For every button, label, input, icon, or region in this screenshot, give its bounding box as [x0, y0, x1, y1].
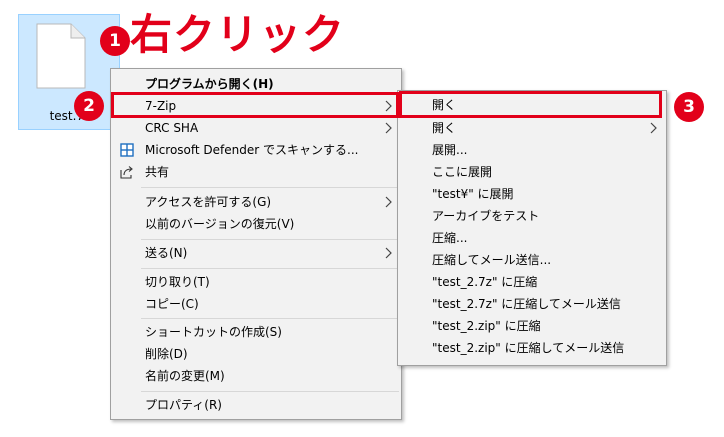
step-1-badge: 1 [100, 26, 130, 56]
chevron-right-icon [385, 122, 392, 134]
menu-item-label: 共有 [145, 165, 170, 179]
submenu-item-compress-7z[interactable]: "test_2.7z" に圧縮 [398, 271, 666, 293]
menu-item-delete[interactable]: 削除(D) [111, 343, 401, 365]
menu-item-label: ショートカットの作成(S) [145, 325, 282, 339]
menu-item-label: CRC SHA [145, 121, 199, 135]
menu-item-give-access[interactable]: アクセスを許可する(G) [111, 191, 401, 213]
menu-item-label: 圧縮... [432, 231, 468, 245]
menu-item-copy[interactable]: コピー(C) [111, 293, 401, 315]
submenu-item-test-archive[interactable]: アーカイブをテスト [398, 205, 666, 227]
menu-item-label: 開く [432, 121, 457, 135]
menu-separator [141, 318, 399, 319]
menu-item-label: 名前の変更(M) [145, 369, 225, 383]
menu-item-label: コピー(C) [145, 297, 199, 311]
menu-item-crc-sha[interactable]: CRC SHA [111, 117, 401, 139]
submenu-item-extract-to-folder[interactable]: "test¥" に展開 [398, 183, 666, 205]
menu-item-label: プロパティ(R) [145, 398, 222, 412]
highlight-7zip [111, 92, 399, 118]
defender-shield-icon [120, 143, 134, 157]
menu-item-label: "test¥" に展開 [432, 187, 514, 201]
context-menu: プログラムから開く(H) 7-Zip CRC SHA Microsoft Def… [110, 68, 402, 420]
menu-separator [141, 239, 399, 240]
submenu-item-compress-7z-email[interactable]: "test_2.7z" に圧縮してメール送信 [398, 293, 666, 315]
menu-separator [141, 187, 399, 188]
menu-item-share[interactable]: 共有 [111, 161, 401, 183]
submenu-7zip: 開く 開く 展開... ここに展開 "test¥" に展開 アーカイブをテスト … [397, 90, 667, 366]
submenu-item-open-sub[interactable]: 開く [398, 117, 666, 139]
submenu-item-extract[interactable]: 展開... [398, 139, 666, 161]
menu-item-label: アクセスを許可する(G) [145, 195, 272, 209]
menu-item-label: "test_2.zip" に圧縮してメール送信 [432, 341, 625, 355]
file-name-label: test.7z [49, 109, 91, 123]
menu-item-restore-versions[interactable]: 以前のバージョンの復元(V) [111, 213, 401, 235]
menu-item-create-shortcut[interactable]: ショートカットの作成(S) [111, 321, 401, 343]
menu-item-label: 削除(D) [145, 347, 188, 361]
step-1-title: 右クリック [130, 10, 346, 59]
menu-item-label: ここに展開 [432, 165, 493, 179]
submenu-item-compress-zip[interactable]: "test_2.zip" に圧縮 [398, 315, 666, 337]
file-document-icon [36, 23, 86, 89]
menu-separator [141, 391, 399, 392]
menu-item-label: 展開... [432, 143, 468, 157]
menu-item-label: "test_2.7z" に圧縮してメール送信 [432, 297, 621, 311]
menu-item-send-to[interactable]: 送る(N) [111, 242, 401, 264]
chevron-right-icon [650, 122, 657, 134]
menu-item-label: 以前のバージョンの復元(V) [145, 217, 295, 231]
menu-item-rename[interactable]: 名前の変更(M) [111, 365, 401, 387]
menu-item-label: 圧縮してメール送信... [432, 253, 552, 267]
menu-item-defender-scan[interactable]: Microsoft Defender でスキャンする... [111, 139, 401, 161]
step-2-badge: 2 [74, 91, 104, 121]
menu-item-properties[interactable]: プロパティ(R) [111, 394, 401, 416]
menu-item-label: "test_2.7z" に圧縮 [432, 275, 538, 289]
chevron-right-icon [385, 196, 392, 208]
highlight-open [399, 91, 662, 118]
menu-item-label: "test_2.zip" に圧縮 [432, 319, 541, 333]
chevron-right-icon [385, 247, 392, 259]
menu-item-cut[interactable]: 切り取り(T) [111, 271, 401, 293]
share-icon [120, 166, 133, 179]
menu-separator [141, 268, 399, 269]
submenu-item-compress[interactable]: 圧縮... [398, 227, 666, 249]
submenu-item-compress-zip-email[interactable]: "test_2.zip" に圧縮してメール送信 [398, 337, 666, 359]
menu-item-label: 送る(N) [145, 246, 188, 260]
menu-item-label: アーカイブをテスト [432, 209, 540, 223]
submenu-item-extract-here[interactable]: ここに展開 [398, 161, 666, 183]
step-3-badge: 3 [674, 92, 704, 122]
submenu-item-compress-email[interactable]: 圧縮してメール送信... [398, 249, 666, 271]
menu-item-label: 切り取り(T) [145, 275, 210, 289]
menu-item-label: Microsoft Defender でスキャンする... [145, 143, 359, 157]
